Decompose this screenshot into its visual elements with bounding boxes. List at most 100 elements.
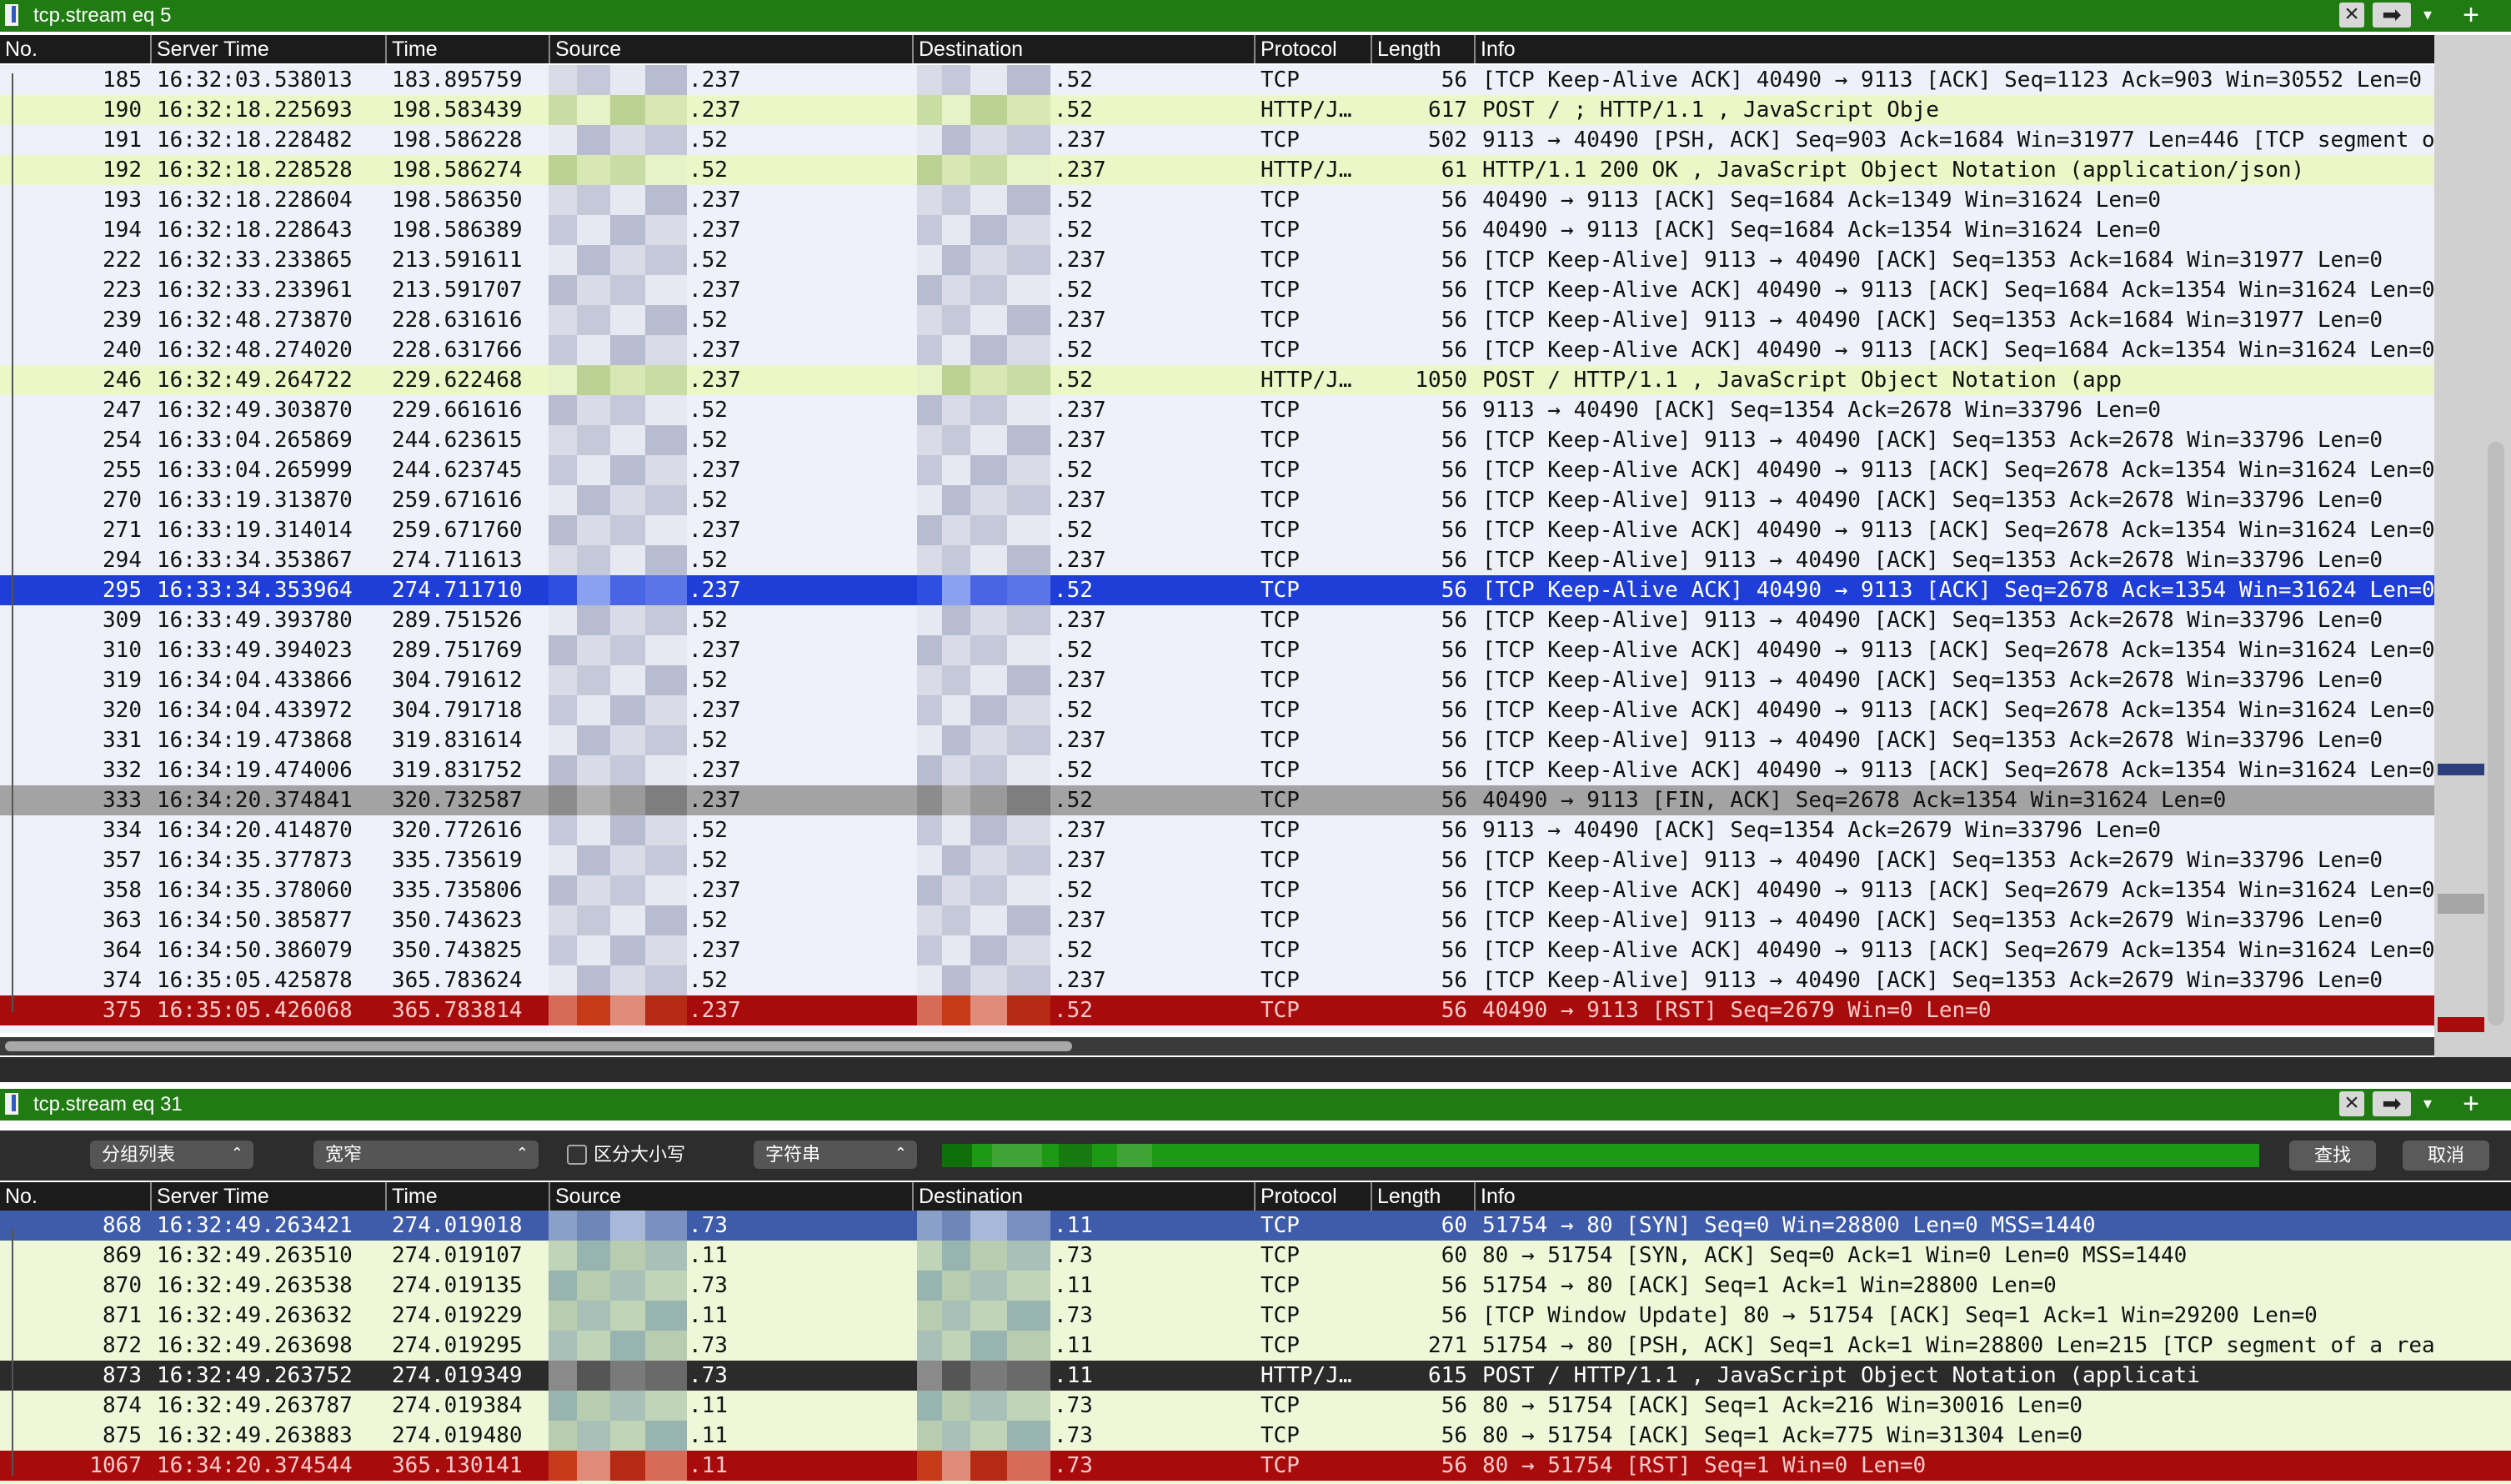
bookmark-icon[interactable] <box>5 4 18 26</box>
table-row[interactable]: 333 16:34:20.374841 320.732587 .237 .52 TCP 56… <box>0 785 2434 815</box>
case-sensitive-checkbox[interactable] <box>567 1145 587 1165</box>
cell-stime: 16:33:04.265999 <box>157 458 353 483</box>
cell-stime: 16:32:18.228528 <box>157 158 353 183</box>
cell-stime: 16:34:19.474006 <box>157 758 353 783</box>
table-row[interactable]: 193 16:32:18.228604 198.586350 .237 .52 TCP 56… <box>0 185 2434 215</box>
table-row[interactable]: 310 16:33:49.394023 289.751769 .237 .52 TCP 56… <box>0 635 2434 665</box>
table-row[interactable]: 255 16:33:04.265999 244.623745 .237 .52 TCP 56… <box>0 455 2434 485</box>
pane-splitter[interactable] <box>0 1057 2511 1082</box>
table-row[interactable]: 875 16:32:49.263883 274.019480 .11 .73 TCP 56 8… <box>0 1421 2511 1451</box>
column-header-4[interactable]: Destination <box>912 1182 1254 1211</box>
cell-dst: .52 <box>1054 98 1093 123</box>
table-row[interactable]: 271 16:33:19.314014 259.671760 .237 .52 TCP 56… <box>0 515 2434 545</box>
redacted-address-block <box>577 245 610 275</box>
table-row[interactable]: 868 16:32:49.263421 274.019018 .73 .11 TCP 60 5… <box>0 1211 2511 1241</box>
table-row[interactable]: 222 16:32:33.233865 213.591611 .52 .237 TCP 56… <box>0 245 2434 275</box>
table-row[interactable]: 869 16:32:49.263510 274.019107 .11 .73 TCP 60 8… <box>0 1241 2511 1271</box>
column-header-7[interactable]: Info <box>1474 1182 2511 1211</box>
cancel-button[interactable]: 取消 <box>2403 1141 2489 1171</box>
table-row[interactable]: 223 16:32:33.233961 213.591707 .237 .52 TCP 56… <box>0 275 2434 305</box>
column-header-1[interactable]: Server Time <box>150 35 385 63</box>
table-row[interactable]: 871 16:32:49.263632 274.019229 .11 .73 TCP 56 [… <box>0 1301 2511 1331</box>
vertical-scrollbar[interactable] <box>2488 442 2504 1025</box>
column-header-5[interactable]: Protocol <box>1254 1182 1371 1211</box>
cell-no: 374 <box>103 968 142 993</box>
redacted-address-block <box>610 845 645 875</box>
find-button[interactable]: 查找 <box>2289 1141 2376 1171</box>
cell-len: 56 <box>1441 218 1467 243</box>
column-header-5[interactable]: Protocol <box>1254 35 1371 63</box>
apply-filter-arrow-icon[interactable]: ➡ <box>2373 1091 2411 1116</box>
column-header-1[interactable]: Server Time <box>150 1182 385 1211</box>
table-row[interactable]: 364 16:34:50.386079 350.743825 .237 .52 TCP 56… <box>0 935 2434 965</box>
table-row[interactable]: 192 16:32:18.228528 198.586274 .52 .237 HTTP/… <box>0 155 2434 185</box>
table-row[interactable]: 185 16:32:03.538013 183.895759 .237 .52 TCP 56… <box>0 65 2434 95</box>
clear-filter-icon[interactable]: × <box>2339 1090 2364 1116</box>
table-row[interactable]: 246 16:32:49.264722 229.622468 .237 .52 HTTP/… <box>0 365 2434 395</box>
table-row[interactable]: 358 16:34:35.378060 335.735806 .237 .52 TCP 56… <box>0 875 2434 905</box>
cell-time: 213.591707 <box>392 278 523 303</box>
cell-info: [TCP Keep-Alive ACK] 40490 → 9113 [ACK] … <box>1482 578 2434 603</box>
table-row[interactable]: 870 16:32:49.263538 274.019135 .73 .11 TCP 56 5… <box>0 1271 2511 1301</box>
table-row[interactable]: 247 16:32:49.303870 229.661616 .52 .237 TCP 56… <box>0 395 2434 425</box>
display-filter-input-2[interactable]: tcp.stream eq 31 <box>27 1090 2328 1117</box>
horizontal-scroll-thumb[interactable] <box>5 1041 1072 1051</box>
table-row[interactable]: 873 16:32:49.263752 274.019349 .73 .11 HTTP/J… <box>0 1361 2511 1391</box>
redacted-address-block <box>970 1301 1007 1331</box>
add-filter-button-icon[interactable]: + <box>2454 0 2488 32</box>
table-row[interactable]: 309 16:33:49.393780 289.751526 .52 .237 TCP 56… <box>0 605 2434 635</box>
table-row[interactable]: 270 16:33:19.313870 259.671616 .52 .237 TCP 56… <box>0 485 2434 515</box>
cell-time: 274.019229 <box>392 1303 523 1328</box>
display-filter-input[interactable]: tcp.stream eq 5 <box>27 2 2328 28</box>
search-type-select[interactable]: 字符串 <box>754 1139 917 1169</box>
filter-history-dropdown-icon[interactable]: ▾ <box>2418 1091 2438 1116</box>
column-header-3[interactable]: Source <box>549 1182 912 1211</box>
packet-list-2[interactable]: 868 16:32:49.263421 274.019018 .73 .11 TCP 60 5… <box>0 1211 2511 1484</box>
cell-time: 198.583439 <box>392 98 523 123</box>
cell-src: .237 <box>689 98 741 123</box>
table-row[interactable]: 1067 16:34:20.374544 365.130141 .11 .73 TCP 56… <box>0 1451 2511 1481</box>
column-header-4[interactable]: Destination <box>912 35 1254 63</box>
table-row[interactable]: 254 16:33:04.265869 244.623615 .52 .237 TCP 56… <box>0 425 2434 455</box>
column-header-3[interactable]: Source <box>549 35 912 63</box>
bookmark-icon[interactable] <box>5 1093 18 1115</box>
redacted-address-block <box>942 125 970 155</box>
column-header-0[interactable]: No. <box>0 35 150 63</box>
table-row[interactable]: 190 16:32:18.225693 198.583439 .237 .52 HTTP/… <box>0 95 2434 125</box>
search-in-select[interactable]: 分组列表 <box>90 1139 253 1169</box>
table-row[interactable]: 194 16:32:18.228643 198.586389 .237 .52 TCP 56… <box>0 215 2434 245</box>
horizontal-scrollbar[interactable] <box>0 1037 2434 1055</box>
table-row[interactable]: 331 16:34:19.473868 319.831614 .52 .237 TCP 56… <box>0 725 2434 755</box>
table-row[interactable]: 375 16:35:05.426068 365.783814 .237 .52 TCP 56… <box>0 995 2434 1025</box>
table-row[interactable]: 191 16:32:18.228482 198.586228 .52 .237 TCP 50… <box>0 125 2434 155</box>
table-row[interactable]: 240 16:32:48.274020 228.631766 .237 .52 TCP 56… <box>0 335 2434 365</box>
column-header-6[interactable]: Length <box>1371 35 1474 63</box>
redacted-address-block <box>970 605 1007 635</box>
table-row[interactable]: 363 16:34:50.385877 350.743623 .52 .237 TCP 56… <box>0 905 2434 935</box>
table-row[interactable]: 239 16:32:48.273870 228.631616 .52 .237 TCP 56… <box>0 305 2434 335</box>
table-row[interactable]: 334 16:34:20.414870 320.772616 .52 .237 TCP 56… <box>0 815 2434 845</box>
filter-history-dropdown-icon[interactable]: ▾ <box>2418 3 2438 28</box>
table-row[interactable]: 295 16:33:34.353964 274.711710 .237 .52 TCP 56… <box>0 575 2434 605</box>
add-filter-button-icon[interactable]: + <box>2454 1089 2488 1121</box>
table-row[interactable]: 872 16:32:49.263698 274.019295 .73 .11 TCP 271… <box>0 1331 2511 1361</box>
table-row[interactable]: 294 16:33:34.353867 274.711613 .52 .237 TCP 56… <box>0 545 2434 575</box>
redacted-address-block <box>917 65 942 95</box>
table-row[interactable]: 357 16:34:35.377873 335.735619 .52 .237 TCP 56… <box>0 845 2434 875</box>
column-header-2[interactable]: Time <box>385 1182 549 1211</box>
charset-select[interactable]: 宽窄 <box>313 1139 539 1169</box>
column-header-2[interactable]: Time <box>385 35 549 63</box>
column-header-7[interactable]: Info <box>1474 35 2511 63</box>
table-row[interactable]: 332 16:34:19.474006 319.831752 .237 .52 TCP 56… <box>0 755 2434 785</box>
column-header-6[interactable]: Length <box>1371 1182 1474 1211</box>
packet-list[interactable]: 185 16:32:03.538013 183.895759 .237 .52 TCP 56… <box>0 65 2434 1033</box>
table-row[interactable]: 874 16:32:49.263787 274.019384 .11 .73 TCP 56 8… <box>0 1391 2511 1421</box>
search-string-input[interactable] <box>942 1144 2259 1167</box>
table-row[interactable]: 320 16:34:04.433972 304.791718 .237 .52 TCP 56… <box>0 695 2434 725</box>
apply-filter-arrow-icon[interactable]: ➡ <box>2373 3 2411 28</box>
cell-proto: TCP <box>1261 908 1300 933</box>
clear-filter-icon[interactable]: × <box>2339 2 2364 28</box>
column-header-0[interactable]: No. <box>0 1182 150 1211</box>
table-row[interactable]: 374 16:35:05.425878 365.783624 .52 .237 TCP 56… <box>0 965 2434 995</box>
table-row[interactable]: 319 16:34:04.433866 304.791612 .52 .237 TCP 56… <box>0 665 2434 695</box>
